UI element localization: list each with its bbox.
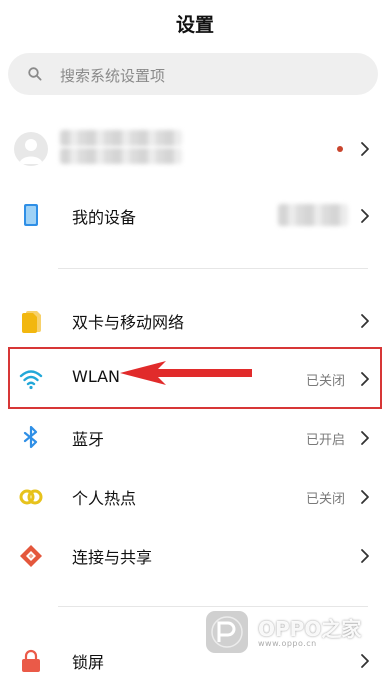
search-bar[interactable]: 搜索系统设置项 — [8, 53, 378, 95]
notification-dot — [337, 146, 343, 152]
item-label: 蓝牙 — [72, 430, 105, 449]
bluetooth-row[interactable]: 蓝牙 已开启 — [0, 413, 390, 463]
page-title: 设置 — [175, 14, 214, 36]
item-label: 个人热点 — [72, 489, 137, 508]
search-icon — [28, 67, 42, 81]
item-label: WLAN — [72, 367, 121, 386]
item-label: 连接与共享 — [72, 548, 153, 567]
phone-icon — [24, 204, 38, 226]
chevron-right-icon — [361, 142, 369, 156]
chevron-right-icon — [361, 314, 369, 328]
chevron-right-icon — [361, 209, 369, 223]
chevron-right-icon — [361, 372, 369, 386]
chevron-right-icon — [361, 431, 369, 445]
oppo-logo-icon — [206, 611, 248, 653]
dual-sim-network-row[interactable]: 双卡与移动网络 — [0, 296, 390, 346]
watermark-subtext: www.oppo.cn — [258, 639, 317, 648]
my-device-row[interactable]: 我的设备 — [0, 191, 390, 241]
item-label: 锁屏 — [72, 653, 105, 672]
status-text: 已关闭 — [305, 492, 345, 507]
divider — [58, 268, 368, 269]
account-name-redacted — [60, 130, 182, 146]
connection-sharing-row[interactable]: 连接与共享 — [0, 531, 390, 581]
lock-icon — [22, 649, 40, 672]
red-arrow-annotation — [120, 361, 252, 385]
hotspot-icon — [19, 489, 43, 505]
status-text: 已开启 — [305, 433, 345, 448]
my-device-label: 我的设备 — [72, 208, 137, 227]
search-placeholder: 搜索系统设置项 — [60, 67, 166, 85]
watermark: OPPO之家 www.oppo.cn — [206, 607, 376, 655]
status-text: 已关闭 — [305, 374, 345, 389]
chevron-right-icon — [361, 549, 369, 563]
chevron-right-icon — [361, 654, 369, 668]
bluetooth-icon — [23, 426, 38, 449]
avatar — [14, 132, 48, 166]
item-label: 双卡与移动网络 — [72, 313, 185, 332]
hotspot-row[interactable]: 个人热点 已关闭 — [0, 472, 390, 522]
account-info-redacted — [60, 148, 182, 164]
chevron-right-icon — [361, 490, 369, 504]
connection-share-icon — [20, 545, 42, 567]
sim-card-icon — [22, 311, 41, 333]
device-name-redacted — [278, 204, 348, 226]
wifi-icon — [19, 370, 43, 390]
account-row[interactable] — [0, 124, 390, 176]
watermark-text: OPPO之家 — [258, 617, 362, 641]
